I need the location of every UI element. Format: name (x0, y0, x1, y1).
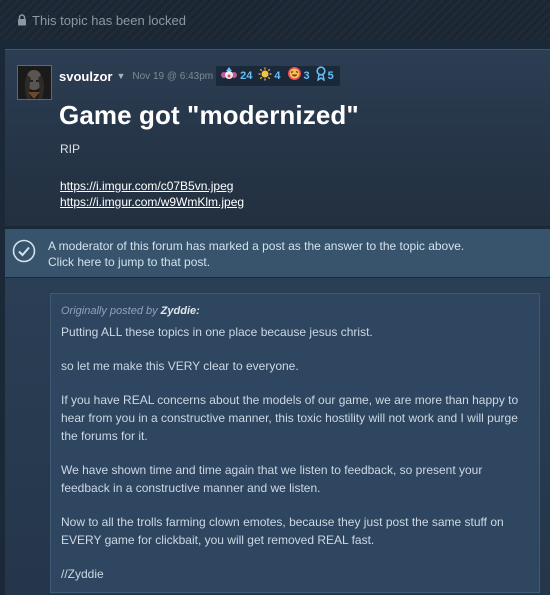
award-count: 3 (303, 70, 310, 82)
award-count: 24 (240, 70, 253, 82)
quote-paragraph: Now to all the trolls farming clown emot… (61, 515, 504, 547)
answer-banner-text: A moderator of this forum has marked a p… (48, 238, 464, 270)
award-count: 5 (327, 70, 334, 82)
award-ribbon[interactable]: 5 (316, 66, 334, 86)
award-clown[interactable]: 24 (220, 66, 253, 86)
author-name[interactable]: svoulzor (59, 69, 112, 84)
clown-award-icon (220, 66, 238, 86)
answer-banner-line: A moderator of this forum has marked a p… (48, 239, 465, 253)
quote-author: Zyddie: (160, 305, 200, 317)
author-line: svoulzor ▼ Nov 19 @ 6:43pm 24 4 3 5 (59, 66, 340, 86)
post-links: https://i.imgur.com/c07B5vn.jpeg https:/… (60, 178, 244, 210)
quote-paragraph: //Zyddie (61, 567, 104, 581)
original-post: svoulzor ▼ Nov 19 @ 6:43pm 24 4 3 5 Game… (5, 49, 550, 226)
post-link[interactable]: https://i.imgur.com/c07B5vn.jpeg (60, 178, 244, 194)
quote-block: Originally posted by Zyddie: Putting ALL… (50, 293, 540, 593)
post-title: Game got "modernized" (59, 100, 359, 130)
sun-award-icon (258, 67, 272, 86)
laughing-face-award-icon (287, 66, 302, 86)
answer-banner-link[interactable]: Click here to jump to that post. (48, 254, 464, 270)
quote-paragraph: Putting ALL these topics in one place be… (61, 325, 373, 339)
locked-notice-bar: This topic has been locked (0, 0, 550, 40)
locked-notice-text: This topic has been locked (32, 12, 186, 28)
lock-icon (17, 14, 27, 26)
award-sun[interactable]: 4 (258, 67, 281, 86)
post-body: RIP (60, 142, 81, 156)
post-link[interactable]: https://i.imgur.com/w9WmKlm.jpeg (60, 194, 244, 210)
avatar[interactable] (17, 65, 52, 100)
answer-banner[interactable]: A moderator of this forum has marked a p… (5, 229, 550, 277)
checkmark-circle-icon (12, 239, 36, 263)
quote-paragraph: We have shown time and time again that w… (61, 463, 483, 495)
answer-post-area: Originally posted by Zyddie: Putting ALL… (5, 278, 550, 595)
awards-bar[interactable]: 24 4 3 5 (216, 66, 340, 86)
quote-origin-prefix: Originally posted by (61, 305, 158, 317)
award-laughing-face[interactable]: 3 (287, 66, 310, 86)
ribbon-award-icon (316, 66, 326, 86)
award-count: 4 (274, 70, 281, 82)
quote-paragraph: so let me make this VERY clear to everyo… (61, 359, 299, 373)
post-date: Nov 19 @ 6:43pm (132, 70, 214, 82)
author-menu-caret-icon[interactable]: ▼ (116, 71, 125, 81)
quote-origin: Originally posted by Zyddie: (61, 305, 529, 317)
quote-paragraph: If you have REAL concerns about the mode… (61, 393, 519, 443)
